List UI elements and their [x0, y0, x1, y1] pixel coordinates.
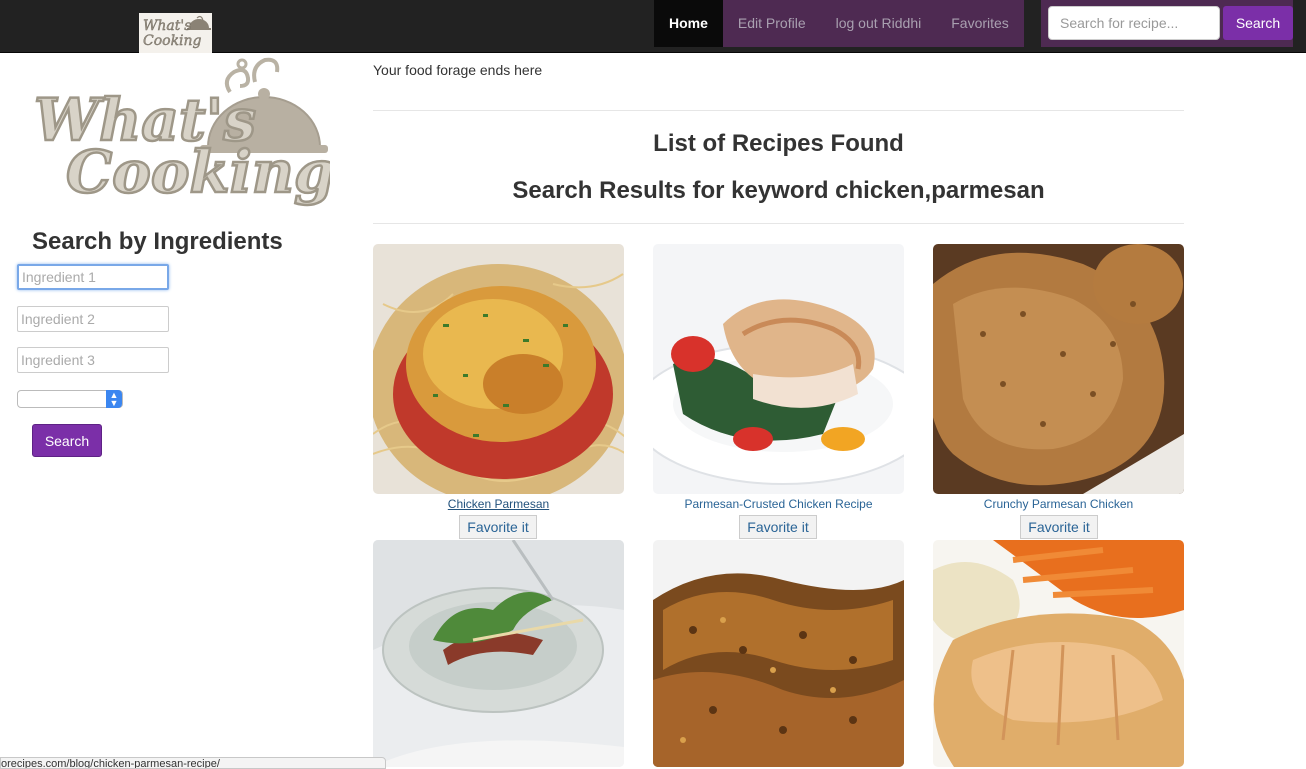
divider: [373, 110, 1184, 111]
recipe-title-link[interactable]: Crunchy Parmesan Chicken: [933, 497, 1184, 511]
updown-arrow-icon: ▲ ▼: [106, 390, 122, 408]
recipe-image-crunchy-parmesan-chicken[interactable]: [933, 244, 1184, 494]
search-by-ingredients-heading: Search by Ingredients: [32, 228, 283, 255]
top-navbar: What's Cooking Home Edit Profile log out…: [0, 0, 1306, 53]
browser-status-bar: orecipes.com/blog/chicken-parmesan-recip…: [0, 757, 386, 769]
recipe-image-chicken-parmesan[interactable]: [373, 244, 624, 494]
recipe-title-link[interactable]: Parmesan-Crusted Chicken Recipe: [653, 497, 904, 511]
whats-cooking-large-logo-icon: What's Cooking: [33, 57, 336, 207]
nav-logout-link[interactable]: log out Riddhi: [820, 0, 937, 47]
recipe-image-6[interactable]: [933, 540, 1184, 767]
results-keyword: chicken,parmesan: [835, 177, 1045, 204]
ingredient-search-button[interactable]: Search: [32, 424, 102, 457]
results-prefix: Search Results for keyword: [512, 177, 836, 204]
navbar-search-form: Search: [1041, 0, 1293, 47]
page-tagline: Your food forage ends here: [373, 62, 543, 78]
list-heading: List of Recipes Found: [653, 130, 904, 157]
sidebar-logo: What's Cooking: [30, 52, 336, 207]
ingredient-select-dropdown[interactable]: ▲ ▼: [17, 390, 123, 408]
divider: [373, 223, 1184, 224]
favorite-button[interactable]: Favorite it: [739, 515, 817, 539]
favorite-button[interactable]: Favorite it: [459, 515, 537, 539]
nav-edit-profile-link[interactable]: Edit Profile: [722, 0, 821, 47]
svg-text:Cooking: Cooking: [66, 138, 330, 206]
whats-cooking-logo-icon: What's Cooking: [142, 15, 211, 49]
recipe-search-input[interactable]: [1048, 6, 1220, 40]
recipe-image-5[interactable]: [653, 540, 904, 767]
navbar-search-button[interactable]: Search: [1223, 6, 1293, 40]
navbar-logo[interactable]: What's Cooking: [139, 13, 212, 53]
svg-text:Cooking: Cooking: [143, 33, 202, 49]
nav-favorites-link[interactable]: Favorites: [936, 0, 1024, 47]
favorite-button[interactable]: Favorite it: [1020, 515, 1098, 539]
results-heading: Search Results for keyword chicken,parme…: [373, 177, 1184, 205]
recipe-image-parmesan-crusted-chicken[interactable]: [653, 244, 904, 494]
svg-text:What's: What's: [143, 18, 191, 34]
nav-menu: Home Edit Profile log out Riddhi Favorit…: [654, 0, 1024, 47]
nav-home-link[interactable]: Home: [654, 0, 723, 47]
ingredient-1-input[interactable]: [17, 264, 169, 290]
ingredient-3-input[interactable]: [17, 347, 169, 373]
ingredient-2-input[interactable]: [17, 306, 169, 332]
recipe-image-4[interactable]: [373, 540, 624, 767]
recipe-title-link[interactable]: Chicken Parmesan: [373, 497, 624, 511]
